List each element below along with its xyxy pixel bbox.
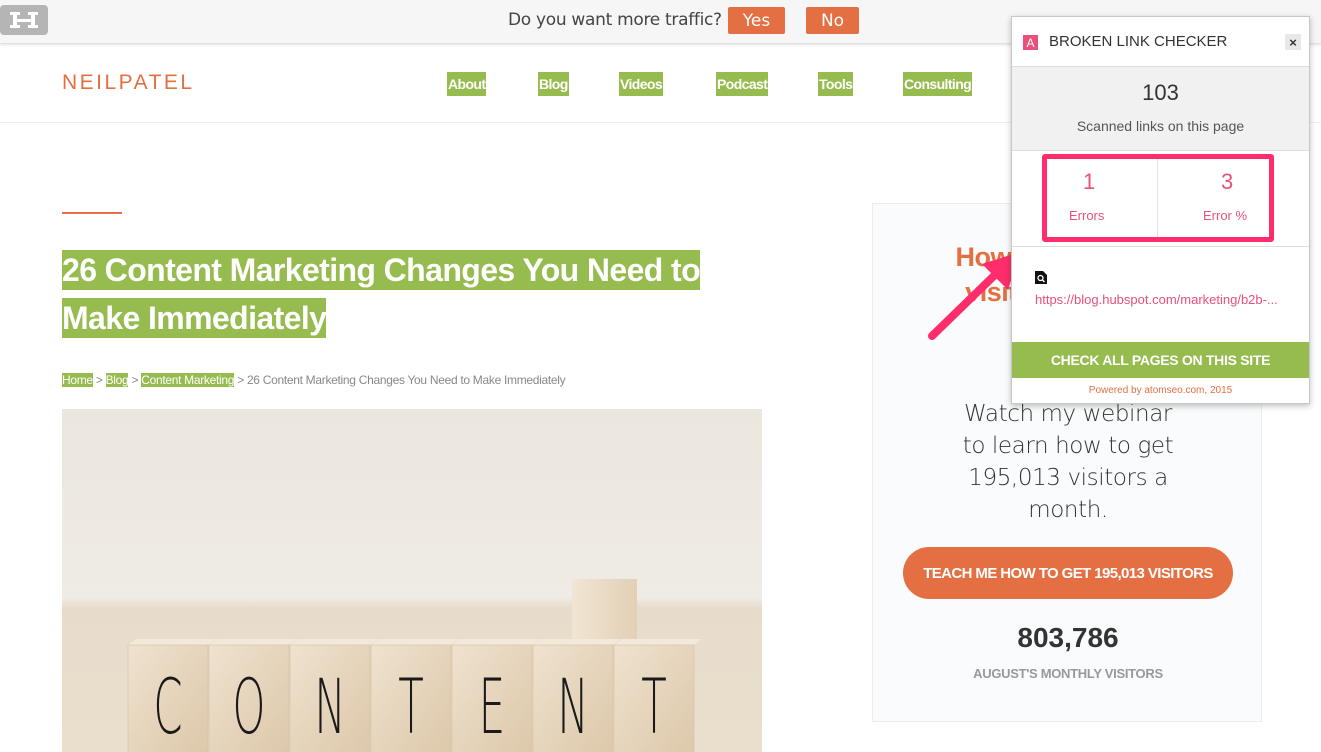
block-top bbox=[452, 639, 540, 645]
yes-button[interactable]: Yes bbox=[728, 7, 785, 34]
errors-count: 1 bbox=[1083, 169, 1096, 194]
traffic-question: Do you want more traffic? bbox=[508, 10, 722, 30]
sidebar-pitch-line: month. bbox=[1028, 497, 1108, 523]
title-accent-line bbox=[62, 212, 122, 214]
sidebar-pitch: Watch my webinar to learn how to get 195… bbox=[873, 398, 1263, 526]
scanned-links-label: Scanned links on this page bbox=[1076, 118, 1245, 134]
breadcrumb-separator: > bbox=[92, 373, 106, 387]
broken-link-url[interactable]: https://blog.hubspot.com/marketing/b2b-.… bbox=[1035, 292, 1278, 307]
nav-tools[interactable]: Tools bbox=[818, 72, 854, 96]
errors-stat[interactable]: 1 Errors bbox=[1047, 159, 1158, 237]
divider bbox=[1012, 246, 1309, 247]
content-blocks-illustration: CONTENT bbox=[127, 579, 702, 752]
document-search-icon[interactable] bbox=[1035, 271, 1047, 284]
webinar-cta-button[interactable]: TEACH ME HOW TO GET 195,013 VISITORS bbox=[903, 547, 1233, 599]
block-letter: O bbox=[233, 664, 266, 752]
sidebar-pitch-line: to learn how to get bbox=[962, 433, 1174, 459]
block-top bbox=[533, 639, 621, 645]
block-letter: N bbox=[314, 664, 345, 752]
article-title: 26 Content Marketing Changes You Need to… bbox=[62, 246, 742, 342]
block-top bbox=[371, 639, 459, 645]
breadcrumb-content-marketing[interactable]: Content Marketing bbox=[141, 373, 234, 387]
nav-consulting[interactable]: Consulting bbox=[903, 72, 973, 96]
breadcrumb: Home > Blog > Content Marketing > 26 Con… bbox=[62, 373, 566, 387]
front-blocks: CONTENT bbox=[127, 639, 702, 752]
block-letter: N bbox=[557, 664, 588, 752]
powered-by-link: Powered by atomseo.com, 2015 bbox=[1012, 385, 1309, 396]
close-icon[interactable]: × bbox=[1285, 34, 1301, 50]
block-letter: T bbox=[641, 664, 667, 752]
block-top bbox=[614, 639, 702, 645]
block-letter: C bbox=[153, 664, 182, 752]
error-percent-label: Error % bbox=[1203, 208, 1248, 223]
monthly-visitors-count: 803,786 bbox=[1017, 622, 1119, 653]
breadcrumb-current: 26 Content Marketing Changes You Need to… bbox=[246, 373, 566, 387]
block-top bbox=[128, 639, 216, 645]
no-button[interactable]: No bbox=[806, 7, 859, 34]
block-letter: T bbox=[398, 664, 424, 752]
nav-about[interactable]: About bbox=[447, 72, 487, 96]
errors-highlight-box: 1 Errors 3 Error % bbox=[1042, 154, 1274, 242]
error-percent-stat[interactable]: 3 Error % bbox=[1158, 159, 1269, 237]
powered-by-text[interactable]: Powered by atomseo.com, 2015 bbox=[1089, 385, 1232, 396]
breadcrumb-blog[interactable]: Blog bbox=[105, 373, 129, 387]
breadcrumb-separator: > bbox=[234, 373, 247, 387]
nav-podcast[interactable]: Podcast bbox=[716, 72, 769, 96]
h-logo-icon[interactable] bbox=[0, 5, 48, 35]
hero-image: CONTENT bbox=[62, 409, 762, 752]
h-logo-glyph bbox=[10, 12, 38, 28]
check-all-pages-button[interactable]: CHECK ALL PAGES ON THIS SITE bbox=[1012, 342, 1309, 378]
breadcrumb-separator: > bbox=[128, 373, 142, 387]
block-top bbox=[290, 639, 378, 645]
popup-title: BROKEN LINK CHECKER bbox=[1049, 33, 1228, 50]
scanned-links-count: 103 bbox=[1142, 80, 1179, 105]
brand-logo[interactable]: NEILPATEL bbox=[62, 71, 195, 95]
monthly-visitors-label: AUGUST'S MONTHLY VISITORS bbox=[973, 666, 1163, 681]
article-title-text: 26 Content Marketing Changes You Need to… bbox=[62, 250, 701, 338]
error-percent-value: 3 bbox=[1221, 169, 1234, 194]
breadcrumb-home[interactable]: Home bbox=[62, 373, 93, 387]
extension-logo-icon: A bbox=[1023, 35, 1038, 50]
scanned-links-panel: 103 Scanned links on this page bbox=[1012, 67, 1309, 151]
block-letter: E bbox=[479, 664, 505, 752]
nav-blog[interactable]: Blog bbox=[538, 72, 569, 96]
block-top bbox=[209, 639, 297, 645]
popup-header: A BROKEN LINK CHECKER × bbox=[1012, 17, 1309, 67]
errors-label: Errors bbox=[1069, 208, 1105, 223]
sidebar-pitch-line: 195,013 visitors a bbox=[968, 465, 1168, 491]
broken-link-checker-popup: A BROKEN LINK CHECKER × 103 Scanned link… bbox=[1011, 16, 1310, 404]
nav-videos[interactable]: Videos bbox=[619, 72, 664, 96]
